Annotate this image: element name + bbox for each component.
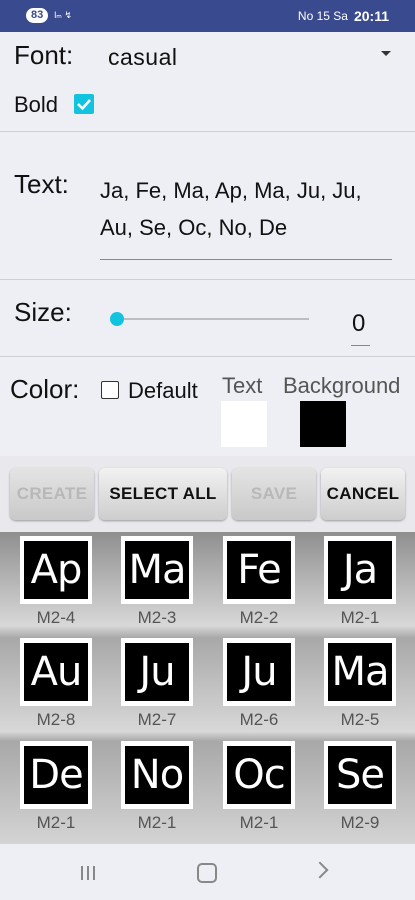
tile-caption: M2-8 (36, 710, 76, 729)
tile-image: Ju (227, 643, 291, 701)
checkmark-icon (77, 99, 91, 111)
tile-caption: M2-2 (239, 608, 279, 627)
divider (0, 356, 415, 357)
notification-badge: 83 (26, 8, 49, 23)
divider (0, 279, 415, 280)
tile-image: De (24, 746, 88, 804)
dropdown-arrow-icon (381, 51, 391, 56)
background-color-label: Background (283, 373, 401, 398)
tile-image: Fe (227, 541, 291, 599)
tile-caption: M2-5 (340, 710, 380, 729)
home-icon[interactable] (197, 863, 217, 883)
select-all-button[interactable]: SELECT ALL (99, 468, 227, 520)
tile-image: Oc (227, 746, 291, 804)
signal-icons: lₘ ↯ (54, 10, 72, 20)
text-label: Text: (14, 169, 69, 199)
tile-image: Ja (328, 541, 392, 599)
bold-checkbox[interactable] (74, 94, 94, 114)
default-checkbox[interactable] (101, 381, 119, 399)
font-label: Font: (14, 40, 74, 70)
color-label: Color: (10, 374, 80, 404)
size-value[interactable]: 0 (352, 310, 365, 338)
status-left: 83 lₘ ↯ (26, 8, 72, 23)
tile-caption: M2-1 (36, 813, 76, 832)
divider (0, 131, 415, 132)
tile-image: Se (328, 746, 392, 804)
text-input-underline (100, 259, 392, 260)
status-right: No 15 Sa 20:11 (298, 8, 389, 24)
cancel-button[interactable]: CANCEL (321, 468, 405, 520)
text-color-label: Text (222, 373, 263, 398)
tile-caption: M2-7 (137, 710, 177, 729)
tile-caption: M2-4 (36, 608, 76, 627)
text-input[interactable]: Ja, Fe, Ma, Ap, Ma, Ju, Ju, Au, Se, Oc, … (100, 172, 390, 246)
create-button[interactable]: CREATE (10, 468, 94, 520)
default-label: Default (128, 378, 198, 403)
tile-caption: M2-6 (239, 710, 279, 729)
tile-caption: M2-9 (340, 813, 380, 832)
recents-icon[interactable] (81, 866, 97, 880)
status-date: No 15 Sa (297, 9, 348, 23)
bold-label: Bold (14, 92, 59, 117)
size-slider-track[interactable] (117, 318, 309, 320)
tile-image: No (125, 746, 189, 804)
text-color-swatch[interactable] (221, 401, 267, 447)
icon-grid: Ap M2-4 Ma M2-3 Fe M2-2 Ja M2-1 Au M2-8 … (0, 532, 415, 844)
size-value-underline (351, 345, 370, 346)
tile-caption: M2-1 (340, 608, 380, 627)
tile-caption: M2-1 (137, 813, 177, 832)
tile-caption: M2-1 (239, 813, 279, 832)
status-time: 20:11 (353, 8, 389, 24)
tile-image: Au (24, 643, 88, 701)
font-value: casual (108, 44, 178, 70)
status-bar: 83 lₘ ↯ No 15 Sa 20:11 (0, 0, 415, 32)
tile-image: Ju (125, 643, 189, 701)
tile-caption: M2-3 (137, 608, 177, 627)
background-color-swatch[interactable] (300, 401, 346, 447)
tile-image: Ma (125, 541, 189, 599)
tile-image: Ma (328, 643, 392, 701)
save-button[interactable]: SAVE (232, 468, 316, 520)
size-label: Size: (14, 297, 72, 327)
tile-image: Ap (24, 541, 88, 599)
size-slider-thumb[interactable] (110, 312, 124, 326)
